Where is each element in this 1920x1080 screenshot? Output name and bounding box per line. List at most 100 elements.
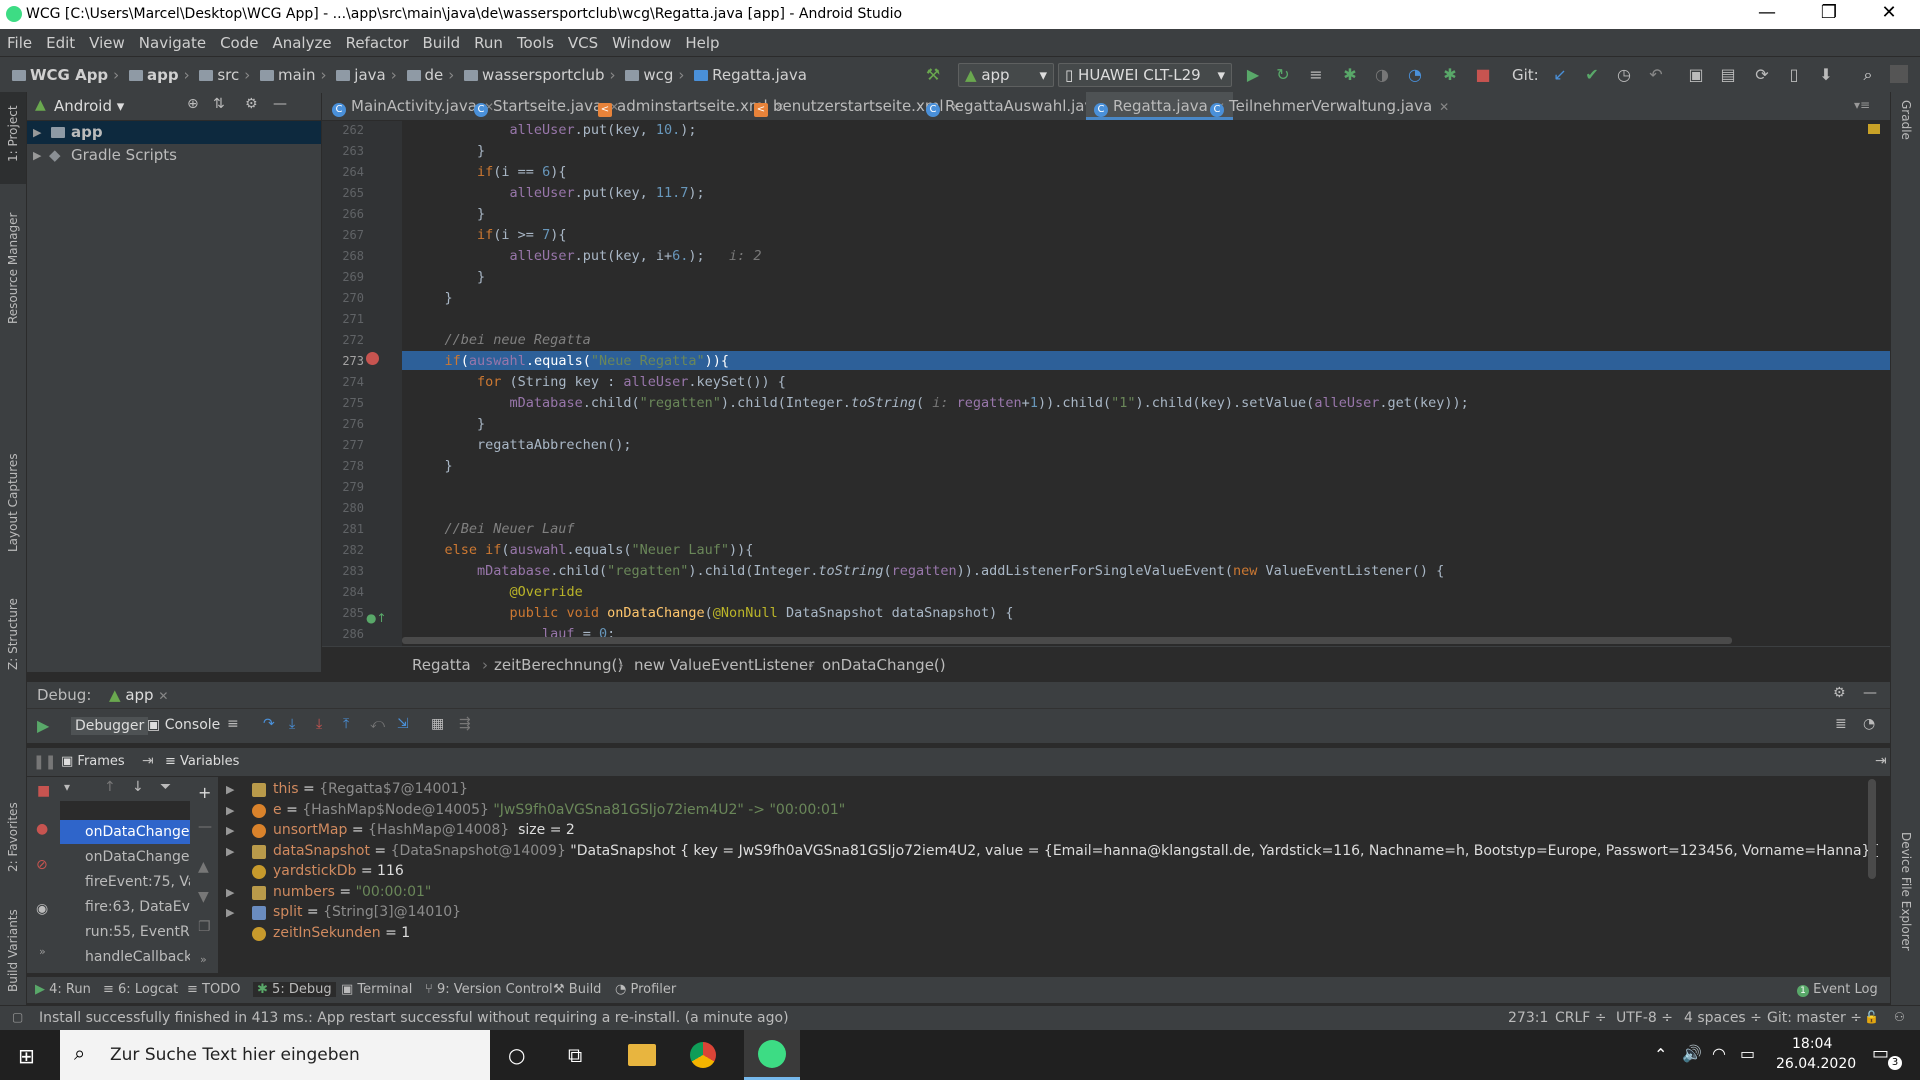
variable-row[interactable]: zeitInSekunden = 1: [218, 921, 1858, 946]
crumb-module[interactable]: app: [147, 66, 179, 84]
attach-debugger-icon[interactable]: ✱: [1440, 65, 1460, 85]
sync-gradle-icon[interactable]: ⟳: [1752, 65, 1772, 85]
mute-breakpoints-icon[interactable]: ⊘: [36, 857, 48, 873]
line-number[interactable]: 276: [322, 417, 364, 431]
horizontal-scrollbar[interactable]: [402, 637, 1732, 644]
menu-vcs[interactable]: VCS: [561, 29, 605, 52]
frame-item[interactable]: run:55, EventRai: [60, 920, 190, 944]
hide-debug-icon[interactable]: —: [1863, 685, 1877, 701]
line-number[interactable]: 274: [322, 375, 364, 389]
menu-refactor[interactable]: Refactor: [339, 29, 416, 52]
stop-icon[interactable]: ■: [1473, 65, 1493, 85]
line-number[interactable]: 262: [322, 123, 364, 137]
breakpoint-icon[interactable]: [366, 352, 379, 365]
thread-select[interactable]: ▾: [64, 780, 70, 794]
crumb-java[interactable]: java: [354, 66, 385, 84]
collapse-all-icon[interactable]: ⇅: [213, 96, 225, 112]
tab-debugger[interactable]: Debugger: [71, 717, 149, 735]
filter-icon[interactable]: ⏷: [160, 779, 171, 795]
line-number[interactable]: 282: [322, 543, 364, 557]
settings-gear-icon[interactable]: ⚙: [245, 96, 258, 112]
view-breakpoints-icon[interactable]: ●: [36, 821, 48, 837]
line-number[interactable]: 273: [322, 354, 364, 368]
tool-tab-logcat[interactable]: ≡ 6: Logcat: [103, 982, 178, 997]
menu-analyze[interactable]: Analyze: [265, 29, 338, 52]
caret-position[interactable]: 273:1: [1508, 1010, 1548, 1026]
code-crumb-class[interactable]: Regatta: [412, 656, 471, 674]
status-toggle-icon[interactable]: ▢: [12, 1010, 23, 1024]
tool-tab-profiler[interactable]: ◔ Profiler: [615, 982, 676, 997]
new-watch-icon[interactable]: +: [198, 783, 211, 802]
git-history-icon[interactable]: ◷: [1614, 65, 1634, 85]
line-number[interactable]: 263: [322, 144, 364, 158]
debug-session-tab[interactable]: ▲ app ✕: [109, 686, 168, 704]
avd-manager-icon[interactable]: ▯: [1784, 65, 1804, 85]
crumb-project[interactable]: WCG App: [30, 66, 108, 84]
resume-icon[interactable]: ▶: [37, 716, 49, 735]
clock-date[interactable]: 26.04.2020: [1776, 1056, 1856, 1072]
warning-indicator-icon[interactable]: [1868, 124, 1880, 134]
error-stripe[interactable]: [1868, 121, 1890, 646]
frame-item[interactable]: handleCallback:: [60, 945, 190, 969]
stop-debug-icon[interactable]: ■: [37, 783, 50, 799]
crumb-file[interactable]: Regatta.java: [712, 66, 807, 84]
menu-tools[interactable]: Tools: [510, 29, 561, 52]
maximize-button[interactable]: ❐: [1806, 2, 1852, 23]
line-number[interactable]: 265: [322, 186, 364, 200]
menu-navigate[interactable]: Navigate: [132, 29, 213, 52]
locate-icon[interactable]: ⊕: [187, 96, 199, 112]
menu-run[interactable]: Run: [467, 29, 510, 52]
pause-icon[interactable]: ❚❚: [33, 754, 56, 770]
step-over-icon[interactable]: ↷: [263, 716, 275, 732]
event-log-tab[interactable]: 1 Event Log: [1797, 982, 1878, 997]
remove-watch-icon[interactable]: —: [198, 819, 212, 835]
close-tab-icon[interactable]: ✕: [1439, 100, 1449, 114]
next-frame-icon[interactable]: ↓: [132, 779, 144, 795]
tray-chevron-icon[interactable]: ⌃: [1654, 1045, 1667, 1064]
tool-tab-debug[interactable]: ✱ 5: Debug: [253, 982, 336, 997]
line-number[interactable]: 264: [322, 165, 364, 179]
project-structure-icon[interactable]: ▣: [1686, 65, 1706, 85]
line-number[interactable]: 278: [322, 459, 364, 473]
crumb-wassersportclub[interactable]: wassersportclub: [482, 66, 605, 84]
line-number[interactable]: 280: [322, 501, 364, 515]
line-number[interactable]: 275: [322, 396, 364, 410]
clock-time[interactable]: 18:04: [1792, 1036, 1832, 1052]
file-explorer-icon[interactable]: [628, 1044, 656, 1066]
menu-help[interactable]: Help: [678, 29, 726, 52]
previous-frame-icon[interactable]: ↑: [104, 779, 116, 795]
menu-edit[interactable]: Edit: [39, 29, 82, 52]
chrome-icon[interactable]: [690, 1042, 716, 1068]
line-number[interactable]: 286: [322, 627, 364, 641]
windows-start-icon[interactable]: ⊞: [18, 1044, 35, 1068]
crumb-de[interactable]: de: [425, 66, 444, 84]
tree-item-app[interactable]: ▶ app: [27, 121, 321, 144]
restore-layout-icon[interactable]: ≡: [227, 716, 239, 732]
code-crumb-method[interactable]: zeitBerechnung(): [494, 656, 623, 674]
device-file-explorer-tool-tab[interactable]: Device File Explorer: [1899, 832, 1913, 951]
frame-item[interactable]: onDataChange:2: [60, 820, 190, 844]
crumb-wcg[interactable]: wcg: [643, 66, 673, 84]
editor-gutter[interactable]: 262 263 264 265 266 267 268 269 270 271 272 273 274 2…: [322, 121, 402, 646]
move-watch-up-icon[interactable]: ▲: [198, 859, 209, 875]
build-variants-tool-tab[interactable]: Build Variants: [6, 909, 20, 992]
menu-window[interactable]: Window: [605, 29, 678, 52]
line-number[interactable]: 281: [322, 522, 364, 536]
notification-center-icon[interactable]: ▭: [1872, 1043, 1889, 1064]
run-to-cursor-icon[interactable]: ⇲: [397, 716, 409, 732]
line-number[interactable]: 269: [322, 270, 364, 284]
tool-tab-run[interactable]: ▶ 4: Run: [35, 982, 91, 997]
project-view-select[interactable]: Android ▾: [54, 97, 124, 115]
line-number[interactable]: 277: [322, 438, 364, 452]
resource-manager-tool-tab[interactable]: Resource Manager: [6, 213, 20, 324]
expand-arrow-icon[interactable]: ▶: [33, 144, 41, 167]
account-icon[interactable]: [1890, 65, 1908, 83]
step-into-icon[interactable]: ⤓: [289, 716, 295, 732]
frames-restore-icon[interactable]: ⇥: [142, 753, 154, 769]
menu-file[interactable]: File: [0, 29, 39, 52]
project-tool-tab[interactable]: 1: Project: [6, 105, 20, 162]
indent-setting[interactable]: 4 spaces ÷: [1684, 1010, 1762, 1026]
run-config-select[interactable]: ▲ app ▾: [958, 63, 1054, 87]
device-select[interactable]: ▯ HUAWEI CLT-L29 ▾: [1058, 63, 1232, 87]
frame-item[interactable]: fire:63, DataEven: [60, 895, 190, 919]
